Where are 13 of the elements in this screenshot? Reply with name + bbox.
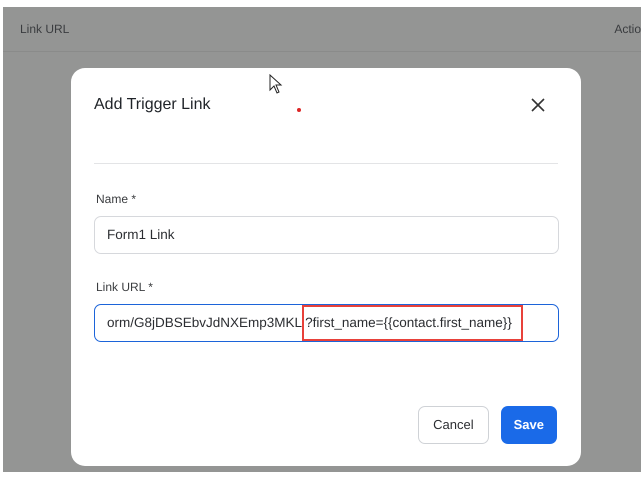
dialog-title: Add Trigger Link [94,95,211,115]
input-field[interactable]: orm/G8jDBSEbvJdNXEmp3MKL ?first_name={{contact.first_name}} [94,304,559,342]
field-label: Link URL * [96,279,154,296]
field-label: Name * [96,191,138,208]
column-header: Actio [614,21,641,38]
dot-mark [297,108,301,112]
highlight-box: ?first_name={{contact.first_name}} [302,305,523,341]
cancel-button[interactable]: Cancel [418,406,489,444]
column-header: Link URL [20,21,70,38]
save-button[interactable]: Save [500,406,557,444]
input-field[interactable]: Form1 Link [94,216,559,254]
close-icon[interactable] [531,98,545,112]
mouse-pointer-icon [269,74,283,94]
